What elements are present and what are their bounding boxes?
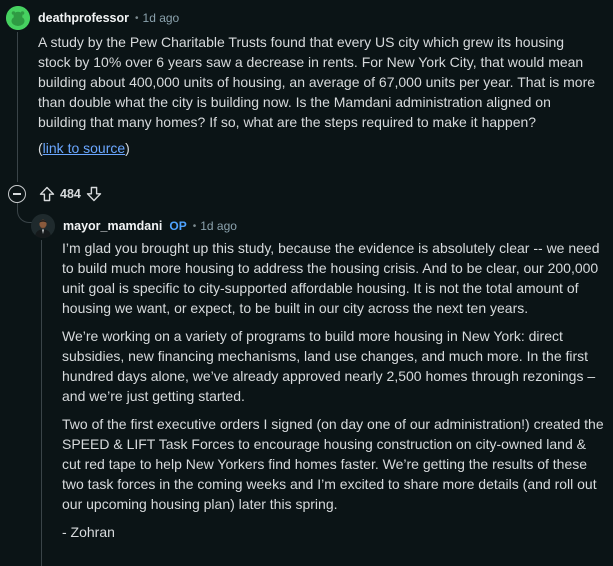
collapse-thread-button[interactable] bbox=[8, 185, 26, 203]
parent-comment-text: A study by the Pew Charitable Trusts fou… bbox=[38, 34, 596, 130]
parent-username[interactable]: deathprofessor bbox=[38, 11, 129, 25]
link-close-paren: ) bbox=[125, 140, 130, 156]
parent-comment-header: deathprofessor • 1d ago bbox=[6, 6, 179, 30]
downvote-arrow-icon bbox=[86, 186, 102, 202]
op-badge: OP bbox=[169, 219, 187, 233]
source-link-line: (link to source) bbox=[38, 138, 598, 158]
reply-timestamp[interactable]: 1d ago bbox=[200, 219, 237, 233]
downvote-button[interactable] bbox=[85, 185, 103, 203]
snoo-avatar-icon[interactable] bbox=[6, 6, 30, 30]
reply-paragraph: Two of the first executive orders I sign… bbox=[62, 416, 604, 512]
reply-paragraph: I’m glad you brought up this study, beca… bbox=[62, 240, 600, 316]
user-avatar-icon[interactable] bbox=[31, 214, 55, 238]
source-link[interactable]: link to source bbox=[43, 140, 125, 156]
minus-icon bbox=[13, 193, 21, 195]
reply-comment-header: mayor_mamdani OP • 1d ago bbox=[31, 214, 237, 238]
upvote-arrow-icon bbox=[39, 186, 55, 202]
comment-thread: deathprofessor • 1d ago A study by the P… bbox=[0, 0, 613, 566]
upvote-button[interactable] bbox=[38, 185, 56, 203]
reply-signature: - Zohran bbox=[62, 524, 115, 540]
vote-controls: 484 bbox=[38, 185, 103, 203]
thread-line[interactable] bbox=[17, 32, 18, 182]
reply-username[interactable]: mayor_mamdani bbox=[63, 219, 162, 233]
reply-thread-line[interactable] bbox=[41, 240, 42, 566]
separator-dot: • bbox=[192, 220, 197, 232]
parent-timestamp[interactable]: 1d ago bbox=[143, 11, 180, 25]
vote-count: 484 bbox=[60, 187, 81, 201]
reply-paragraph: We’re working on a variety of programs t… bbox=[62, 328, 596, 404]
parent-comment-body: A study by the Pew Charitable Trusts fou… bbox=[38, 32, 598, 164]
separator-dot: • bbox=[135, 12, 139, 24]
reply-comment-body: I’m glad you brought up this study, beca… bbox=[62, 238, 607, 550]
comment-action-bar: 484 bbox=[8, 183, 103, 205]
